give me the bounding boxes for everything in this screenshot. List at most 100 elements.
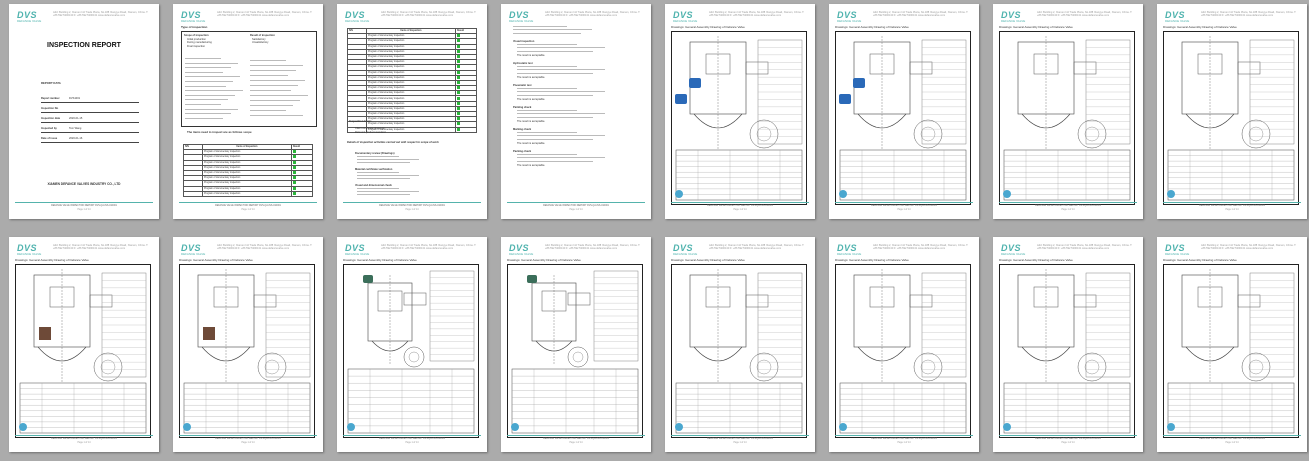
report-field-value: 2020-01-15: [69, 117, 83, 120]
footer-text: DEFANCE VALVE INSPECTION REPORT DVS-QA-I…: [871, 205, 937, 207]
check-mark-icon: [293, 160, 296, 164]
drawing-caption: Drawings: General Assembly Drawing of De…: [1163, 258, 1237, 262]
text-line: [513, 29, 593, 31]
report-page-thumbnail[interactable]: DVS DEFANCE VALVE Add: Building 2, Xiamen …: [337, 237, 487, 452]
assembly-drawing: [179, 264, 315, 438]
text-line: [517, 154, 577, 155]
parts-list-frame: [183, 382, 311, 434]
text-line: [357, 159, 419, 160]
report-page-thumbnail[interactable]: DVS DEFANCE VALVE Add: Building 2, Xiamen …: [501, 4, 651, 219]
drawing-caption: Drawings: General Assembly Drawing of De…: [999, 25, 1073, 29]
check-mark-icon: [457, 65, 460, 69]
logo-subtitle: DEFANCE VALVE: [181, 252, 206, 256]
logo-subtitle: DEFANCE VALVE: [17, 252, 42, 256]
page-footer: DEFANCE VALVE INSPECTION REPORT DVS-QA-I…: [343, 435, 481, 444]
report-field-value: 2020-01-16: [69, 137, 83, 140]
assembly-drawing: [343, 264, 479, 438]
report-page-thumbnail[interactable]: DVS DEFANCE VALVE Add: Building 2, Xiamen …: [173, 4, 323, 219]
basis-item: Client certificate drawings: [355, 127, 385, 130]
text-line: [357, 194, 411, 195]
table-row: Program of documentary inspection: [183, 190, 313, 197]
footer-page-number: Page 1 of 14: [405, 442, 419, 444]
items-heading: The items need to inspect are as follows…: [187, 130, 252, 134]
header-address: Add: Building 2, Xiamen Intl Trade Plaza…: [873, 244, 969, 250]
report-page-thumbnail[interactable]: DVS DEFANCE VALVE Add: Building 2, Xiamen …: [993, 237, 1143, 452]
check-mark-icon: [457, 80, 460, 84]
page-header: DVS DEFANCE VALVE Add: Building 2, Xiamen …: [673, 243, 807, 257]
report-page-thumbnail[interactable]: DVS DEFANCE VALVE Add: Building 2, Xiamen …: [173, 237, 323, 452]
inspection-stamp-icon: [347, 423, 355, 431]
check-mark-icon: [457, 49, 460, 53]
report-page-thumbnail[interactable]: DVS DEFANCE VALVE Add: Building 2, Xiamen …: [1157, 237, 1307, 452]
check-mark-icon: [457, 117, 460, 121]
drawing-caption: Drawings: General Assembly Drawing of De…: [15, 258, 89, 262]
footer-page-number: Page 1 of 14: [1061, 209, 1075, 211]
type-title: Type of inspection: [181, 25, 208, 29]
check-mark-icon: [457, 34, 460, 38]
report-page-thumbnail[interactable]: DVS DEFANCE VALVE Add: Building 2, Xiamen …: [829, 237, 979, 452]
text-line: [250, 60, 286, 61]
text-line: [185, 94, 236, 96]
text-line: [517, 88, 577, 89]
report-page-thumbnail[interactable]: DVS DEFANCE VALVE Add: Building 2, Xiamen …: [829, 4, 979, 219]
page-footer: DEFANCE VALVE INSPECTION REPORT DVS-QA-I…: [1163, 202, 1301, 211]
text-line: [517, 135, 605, 137]
parts-list-frame: [839, 149, 967, 201]
drawing-caption: Drawings: General Assembly Drawing of De…: [1163, 25, 1237, 29]
flange-view-circle: [1077, 352, 1107, 382]
parts-list-frame: [1003, 149, 1131, 201]
text-line: [250, 80, 306, 81]
report-page-thumbnail[interactable]: DVS DEFANCE VALVE Add: Building 2, Xiamen …: [501, 237, 651, 452]
section-result: The result is acceptable.: [517, 76, 546, 79]
detail-item: Material certificate verification: [355, 168, 393, 171]
page-header: DVS DEFANCE VALVE Add: Building 2, Xiamen …: [1165, 243, 1299, 257]
text-line: [517, 66, 577, 67]
header-address: Add: Building 2, Xiamen Intl Trade Plaza…: [217, 244, 313, 250]
details-title: Details of inspection activities carried…: [347, 141, 439, 144]
check-mark-icon: [457, 44, 460, 48]
flange-view-circle: [257, 352, 287, 382]
gear-box: [909, 294, 933, 308]
page-footer: DEFANCE VALVE INSPECTION REPORT DVS-QA-I…: [835, 435, 973, 444]
detail-item: Visual and dimensional check: [355, 184, 392, 187]
text-line: [517, 47, 605, 49]
report-page-thumbnail[interactable]: DVS DEFANCE VALVE Add: Building 2, Xiamen …: [665, 237, 815, 452]
text-line: [357, 172, 399, 173]
report-page-thumbnail[interactable]: DVS DEFANCE VALVE Add: Building 2, Xiamen …: [665, 4, 815, 219]
gear-box: [253, 294, 277, 308]
report-page-thumbnail[interactable]: DVS DEFANCE VALVE Add: Building 2, Xiamen …: [337, 4, 487, 219]
parts-list-frame: [19, 382, 147, 434]
valve-drawing-svg: [675, 269, 803, 434]
inspection-stamp-icon: [1003, 190, 1011, 198]
text-line: [250, 65, 303, 66]
inspection-stamp-icon: [511, 423, 519, 431]
row-serial: [183, 190, 203, 197]
page-footer: DEFANCE VALVE INSPECTION REPORT DVS-QA-I…: [999, 202, 1137, 211]
flange-view-circle: [913, 352, 943, 382]
valve-drawing-svg: [347, 270, 475, 434]
report-page-thumbnail[interactable]: DVS DEFANCE VALVE Add: Building 2, Xiamen …: [9, 4, 159, 219]
page-footer: DEFANCE VALVE INSPECTION REPORT DVS-QA-I…: [999, 435, 1137, 444]
footer-text: DEFANCE VALVE INSPECTION REPORT DVS-QA-I…: [51, 438, 117, 440]
report-page-thumbnail[interactable]: DVS DEFANCE VALVE Add: Building 2, Xiamen …: [9, 237, 159, 452]
logo-subtitle: DEFANCE VALVE: [509, 19, 534, 23]
drawing-caption: Drawings: General Assembly Drawing of De…: [835, 25, 909, 29]
check-mark-icon: [457, 122, 460, 126]
parts-list-frame: [1167, 149, 1295, 201]
text-line: [250, 100, 301, 101]
page-footer: DEFANCE VALVE INSPECTION REPORT DVS-QA-I…: [179, 202, 317, 211]
flange-inner-circle: [572, 351, 584, 363]
text-line: [513, 26, 567, 27]
result-item: Unsatisfactory: [252, 41, 269, 45]
page-footer: DEFANCE VALVE INSPECTION REPORT DVS-QA-I…: [671, 202, 809, 211]
footer-page-number: Page 1 of 14: [897, 442, 911, 444]
valve-drawing-svg: [1167, 269, 1295, 434]
report-field-row: Inspection No: [41, 106, 139, 113]
report-field-value: DVS1001: [69, 97, 81, 100]
text-line: [357, 162, 411, 163]
inspection-stamp-icon: [839, 423, 847, 431]
report-page-thumbnail[interactable]: DVS DEFANCE VALVE Add: Building 2, Xiamen …: [993, 4, 1143, 219]
valve-drawing-svg: [1167, 36, 1295, 201]
report-field-row: Date of issue 2020-01-16: [41, 136, 139, 143]
report-page-thumbnail[interactable]: DVS DEFANCE VALVE Add: Building 2, Xiamen …: [1157, 4, 1307, 219]
